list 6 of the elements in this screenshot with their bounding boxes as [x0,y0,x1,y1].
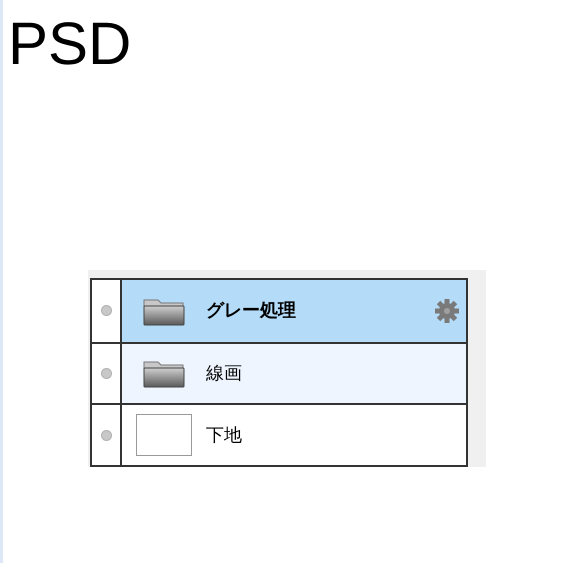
layer-name: グレー処理 [206,299,297,322]
layer-name: 線画 [206,362,243,385]
page-heading: PSD [8,9,132,79]
settings-icon[interactable] [434,298,460,324]
layer-name: 下地 [206,424,243,447]
layer-thumbnail [136,414,192,456]
